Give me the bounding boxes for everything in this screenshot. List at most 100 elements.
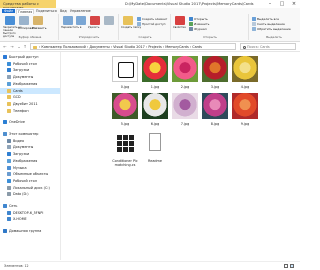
image-thumbnail <box>172 93 198 119</box>
tab-view[interactable]: Вид <box>60 9 67 13</box>
nav-item[interactable]: Загрузки <box>0 67 60 73</box>
select-none-icon[interactable] <box>252 22 256 26</box>
nav-item-icon <box>7 217 11 222</box>
tab-file[interactable]: Файл <box>2 9 16 13</box>
nav-item-label: X-HOME <box>13 217 27 222</box>
nav-item-icon <box>7 88 11 93</box>
new-item-icon[interactable] <box>137 17 141 21</box>
nav-item[interactable]: Рабочий стол <box>0 61 60 67</box>
thumbnails-view-icon[interactable] <box>290 264 294 268</box>
nav-item[interactable]: Документы <box>0 144 60 150</box>
nav-item-label: Data (D:) <box>13 192 29 197</box>
nav-item-label: Документы <box>13 145 34 150</box>
file-name: 3.jpg <box>210 85 220 89</box>
history-icon[interactable] <box>189 27 193 31</box>
nav-item-label: Загрузки <box>13 152 30 157</box>
invert-selection-icon[interactable] <box>252 27 256 31</box>
nav-item-label: Сеть <box>9 204 18 208</box>
nav-item-icon <box>7 158 11 163</box>
copy-icon[interactable] <box>19 16 29 25</box>
nav-item-label: Двухбит 2011 <box>13 101 38 106</box>
close-button[interactable]: × <box>288 0 300 8</box>
move-to-icon[interactable] <box>63 16 73 25</box>
nav-item[interactable]: Этот компьютер <box>0 131 60 137</box>
nav-item-icon <box>7 165 11 170</box>
minimize-button[interactable]: – <box>264 0 276 8</box>
nav-item-label: Рабочий стол <box>13 61 37 66</box>
search-input[interactable]: Поиск: Cards <box>240 43 296 50</box>
nav-item-label: Телефон <box>13 108 29 113</box>
nav-item-icon <box>7 152 11 157</box>
maximize-button[interactable]: □ <box>276 0 288 8</box>
group-clipboard: Закрепить на панели быстрого доступа Коп… <box>2 14 59 40</box>
copy-to-icon[interactable] <box>76 16 86 25</box>
nav-item[interactable]: Телефон <box>0 108 60 114</box>
delete-icon[interactable] <box>90 16 100 25</box>
image-thumbnail <box>202 56 228 82</box>
nav-item[interactable]: Домашняя группа <box>0 228 60 234</box>
invert-selection-label[interactable]: Обратить выделение <box>257 27 291 31</box>
nav-item[interactable]: OneDrive <box>0 119 60 125</box>
forward-arrow-icon[interactable]: → <box>9 43 15 50</box>
nav-item-label: Изображения <box>13 81 38 86</box>
nav-item-icon <box>3 55 7 59</box>
nav-item[interactable]: Изображения <box>0 81 60 87</box>
nav-item[interactable]: Рабочий стол <box>0 178 60 184</box>
nav-item[interactable]: Быстрый доступ <box>0 54 60 60</box>
nav-item[interactable]: Документы <box>0 74 60 80</box>
image-thumbnail <box>142 56 168 82</box>
file-name: Readme <box>148 159 162 163</box>
rename-icon[interactable] <box>104 16 114 25</box>
nav-item[interactable]: Сеть <box>0 203 60 209</box>
pin-icon[interactable] <box>5 16 15 25</box>
file-name: 4.jpg <box>240 85 250 89</box>
ribbon: Файл Главная Поделиться Вид Управление З… <box>0 8 300 42</box>
nav-item-icon <box>7 61 11 66</box>
nav-item[interactable]: Видео <box>0 138 60 144</box>
image-thumbnail <box>112 93 138 119</box>
context-tab-picture-tools[interactable]: Средства работы с рисунками <box>0 0 56 10</box>
nav-item-icon <box>7 101 11 106</box>
group-organize: Переместить в Удалить Упорядочить <box>60 14 119 40</box>
breadcrumb[interactable]: › Компьютер Пользовский › Документы › Vi… <box>39 45 202 49</box>
nav-item-label: Cards <box>13 88 23 93</box>
select-none-label[interactable]: Снять выделение <box>257 22 285 26</box>
nav-item-icon <box>3 229 7 234</box>
details-view-icon[interactable] <box>284 264 288 268</box>
new-item-label[interactable]: Создать элемент <box>142 17 167 21</box>
group-open: Открыть Изменить Журнал Свойства Открыть <box>172 14 249 40</box>
paste-icon[interactable] <box>33 16 43 25</box>
window-title: D:\MyDate\Documents\Visual Studio 2017\P… <box>125 1 254 6</box>
nav-item[interactable]: Data (D:) <box>0 191 60 197</box>
nav-item[interactable]: X-HOME <box>0 216 60 222</box>
nav-item-icon <box>7 138 11 143</box>
edit-label[interactable]: Изменить <box>194 22 209 26</box>
new-folder-icon[interactable] <box>123 16 133 25</box>
nav-item[interactable]: Изображения <box>0 158 60 164</box>
tab-share[interactable]: Поделиться <box>36 9 57 13</box>
select-all-label[interactable]: Выделить все <box>257 17 279 21</box>
nav-item[interactable]: Загрузки <box>0 151 60 157</box>
edit-icon[interactable] <box>189 22 193 26</box>
nav-item[interactable]: GCD <box>0 94 60 100</box>
nav-item[interactable]: Объемные объекты <box>0 171 60 177</box>
nav-item[interactable]: DESKTOP-6_5FNPI <box>0 210 60 216</box>
tab-manage[interactable]: Управление <box>70 9 91 13</box>
nav-item[interactable]: Двухбит 2011 <box>0 101 60 107</box>
path-field[interactable]: › Компьютер Пользовский › Документы › Vi… <box>30 43 236 50</box>
nav-item-icon <box>7 108 11 113</box>
open-icon[interactable] <box>189 17 193 21</box>
nav-item[interactable]: Локальный диск (C:) <box>0 185 60 191</box>
nav-item-label: Музыка <box>13 165 27 170</box>
nav-item[interactable]: Музыка <box>0 165 60 171</box>
properties-icon[interactable] <box>175 16 185 25</box>
easy-access-label[interactable]: Простой доступ <box>142 22 165 26</box>
image-thumbnail <box>142 93 168 119</box>
history-label[interactable]: Журнал <box>194 27 207 31</box>
select-all-icon[interactable] <box>252 17 256 21</box>
nav-item-icon <box>3 120 7 125</box>
up-arrow-icon[interactable]: ↑ <box>22 43 28 50</box>
nav-item[interactable]: Cards <box>0 87 60 94</box>
back-arrow-icon[interactable]: ← <box>2 43 8 50</box>
open-label[interactable]: Открыть <box>194 17 208 21</box>
